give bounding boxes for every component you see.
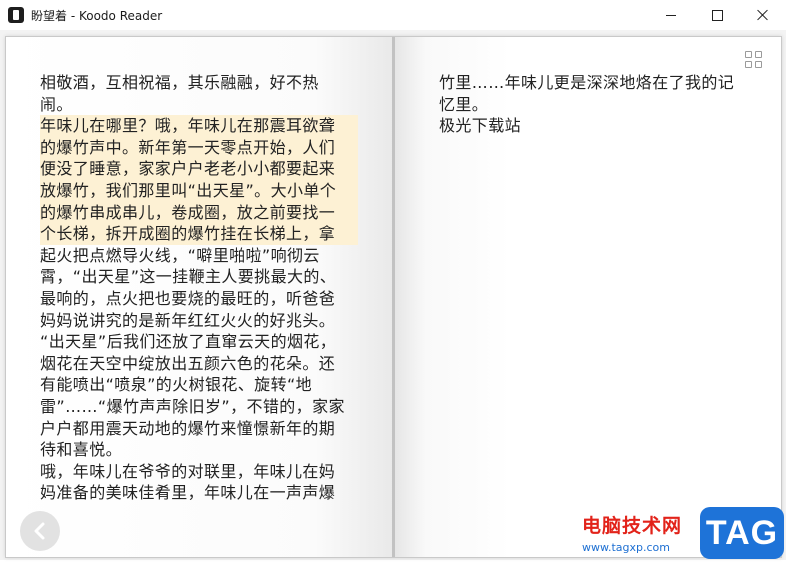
koodo-reader-app-icon <box>8 7 24 23</box>
text-line[interactable]: 霄，“出天星”这一挂鞭主人要挑最大的、 <box>40 266 358 288</box>
maximize-icon <box>711 9 723 21</box>
chevron-left-icon <box>34 522 45 540</box>
right-page-text[interactable]: 竹里……年味儿更是深深地烙在了我的记 忆里。 极光下载站 <box>439 72 759 137</box>
text-line[interactable]: 忆里。 <box>439 94 759 116</box>
text-line[interactable]: 烟花在天空中绽放出五颜六色的花朵。还 <box>40 353 358 375</box>
text-line[interactable]: 相敬酒，互相祝福，其乐融融，好不热 <box>40 72 358 94</box>
maximize-button[interactable] <box>694 0 740 30</box>
window-title: 盼望着 - Koodo Reader <box>31 9 163 23</box>
text-line[interactable]: 哦，年味儿在爷爷的对联里，年味儿在妈 <box>40 461 358 483</box>
left-page-text[interactable]: 相敬酒，互相祝福，其乐融融，好不热 闹。 年味儿在哪里？哦，年味儿在那震耳欲聋 的爆竹… <box>40 72 358 504</box>
book-spread: 相敬酒，互相祝福，其乐融融，好不热 闹。 年味儿在哪里？哦，年味儿在那震耳欲聋 的爆竹… <box>5 36 784 559</box>
right-page[interactable]: 竹里……年味儿更是深深地烙在了我的记 忆里。 极光下载站 <box>395 37 781 557</box>
watermark-tag-logo: TAG <box>700 507 784 559</box>
text-line[interactable]: 待和喜悦。 <box>40 439 358 461</box>
close-button[interactable] <box>740 0 786 30</box>
text-line[interactable]: 的爆竹声中。新年第一天零点开始，人们 <box>40 136 358 159</box>
reader-area: 相敬酒，互相祝福，其乐融融，好不热 闹。 年味儿在哪里？哦，年味儿在那震耳欲聋 的爆竹… <box>0 30 786 560</box>
title-bar: 盼望着 - Koodo Reader <box>0 0 786 30</box>
previous-page-button[interactable] <box>20 511 60 551</box>
text-line[interactable]: 雷”……“爆竹声声除旧岁”，不错的，家家 <box>40 396 358 418</box>
text-line[interactable]: “出天星”后我们还放了直窜云天的烟花， <box>40 331 358 353</box>
watermark: 电脑技术网 www.tagxp.com TAG <box>576 507 786 563</box>
text-line[interactable]: 竹里……年味儿更是深深地烙在了我的记 <box>439 72 759 94</box>
text-line[interactable]: 有能喷出“喷泉”的火树银花、旋转“地 <box>40 374 358 396</box>
text-line[interactable]: 放爆竹，我们那里叫“出天星”。大小单个 <box>40 179 358 202</box>
text-line[interactable]: 个长梯，拆开成圈的爆竹挂在长梯上，拿 <box>40 223 358 245</box>
text-line[interactable]: 便没了睡意，家家户户老老小小都要起来 <box>40 158 358 180</box>
text-line[interactable]: 妈妈说讲究的是新年红红火火的好兆头。 <box>40 310 358 332</box>
text-line[interactable]: 闹。 <box>40 94 358 116</box>
text-line[interactable]: 起火把点燃导火线，“噼里啪啦”响彻云 <box>40 245 358 267</box>
minimize-icon <box>666 14 676 16</box>
left-page[interactable]: 相敬酒，互相祝福，其乐融融，好不热 闹。 年味儿在哪里？哦，年味儿在那震耳欲聋 的爆竹… <box>6 37 393 557</box>
text-line[interactable]: 年味儿在哪里？哦，年味儿在那震耳欲聋 <box>40 115 358 137</box>
text-line[interactable]: 妈准备的美味佳肴里，年味儿在一声声爆 <box>40 482 358 504</box>
text-line[interactable]: 最响的，点火把也要烧的最旺的，听爸爸 <box>40 288 358 310</box>
text-line[interactable]: 户户都用震天动地的爆竹来憧憬新年的期 <box>40 418 358 440</box>
minimize-button[interactable] <box>648 0 694 30</box>
grid-view-icon[interactable] <box>745 51 765 71</box>
watermark-site-name: 电脑技术网 <box>582 515 683 537</box>
close-icon <box>757 9 769 21</box>
text-line[interactable]: 极光下载站 <box>439 115 759 137</box>
watermark-url: www.tagxp.com <box>582 541 670 554</box>
text-line[interactable]: 的爆竹串成串儿，卷成圈，放之前要找一 <box>40 201 358 224</box>
